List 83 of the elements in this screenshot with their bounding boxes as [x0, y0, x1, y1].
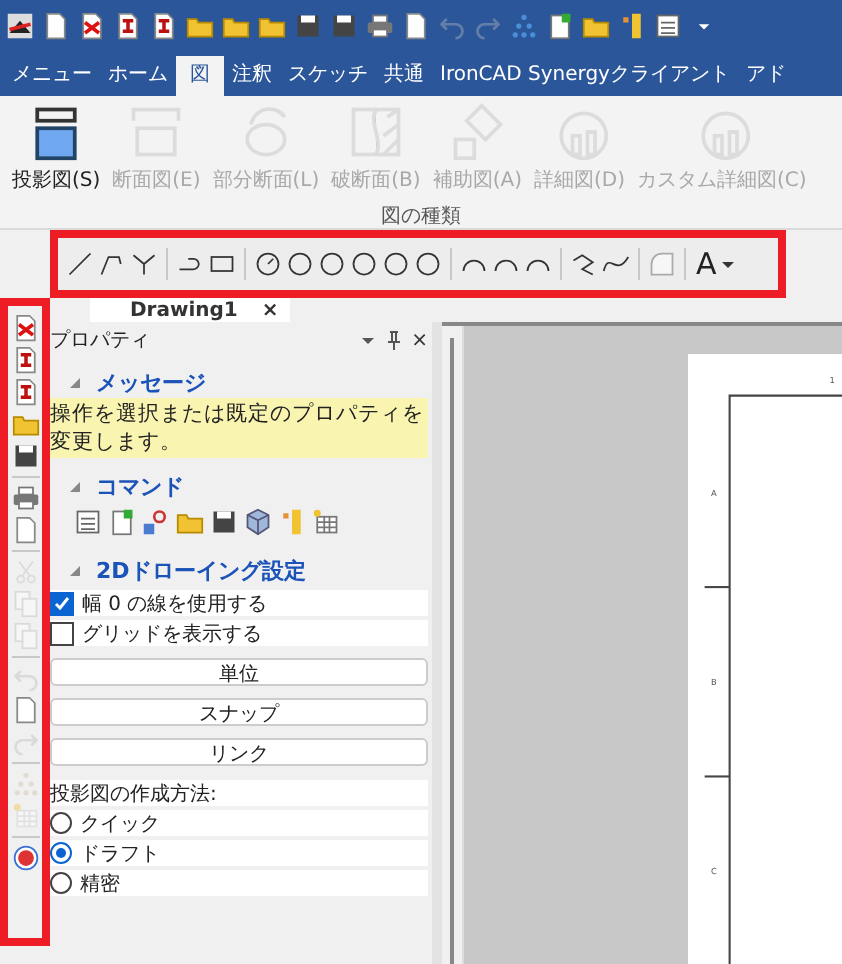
grid-icon[interactable] [312, 508, 340, 536]
circle-icon[interactable] [318, 250, 346, 278]
settings-button[interactable]: 単位 [50, 658, 428, 686]
collapse-icon[interactable] [70, 565, 80, 575]
ribbon-tab[interactable]: IronCAD Synergyクライアント [432, 56, 738, 96]
save-icon[interactable] [330, 12, 358, 40]
ribbon-tab[interactable]: スケッチ [280, 56, 376, 96]
dropdown-icon[interactable] [359, 332, 376, 348]
ribbon-button[interactable]: 投影図(S) [12, 102, 101, 194]
folder-icon[interactable] [222, 12, 250, 40]
section-title: 2Dドローイング設定 [96, 555, 306, 585]
checkbox[interactable] [50, 621, 74, 645]
ribbon-tab[interactable]: 図 [176, 56, 224, 96]
document-tab-label: Drawing1 [130, 299, 238, 321]
clipboard-icon[interactable] [546, 12, 574, 40]
ribbon-tab[interactable]: メニュー [4, 56, 100, 96]
radio-button[interactable] [50, 842, 72, 864]
printer-icon[interactable] [11, 484, 39, 512]
zone-tick [704, 586, 730, 589]
dots-icon[interactable] [510, 12, 538, 40]
folder-icon[interactable] [258, 12, 286, 40]
crossed-page-icon[interactable] [11, 314, 39, 342]
cube-icon[interactable] [244, 508, 272, 536]
circle-icon[interactable] [382, 250, 410, 278]
list-icon[interactable] [654, 12, 682, 40]
zigzag-icon[interactable] [570, 250, 598, 278]
settings-button[interactable]: リンク [50, 738, 428, 766]
radio-button[interactable] [50, 872, 72, 894]
beam-icon[interactable] [11, 378, 39, 406]
list-icon[interactable] [74, 508, 102, 536]
zone-tick [704, 775, 730, 778]
group-label: 図の種類 [381, 203, 461, 228]
checkbox-label: グリッドを表示する [82, 621, 262, 647]
save-icon[interactable] [210, 508, 238, 536]
checkbox[interactable] [50, 591, 74, 615]
collapse-icon[interactable] [70, 481, 80, 491]
circle-icon[interactable] [286, 250, 314, 278]
close-button[interactable]: × [411, 329, 428, 351]
save-icon[interactable] [294, 12, 322, 40]
page-icon[interactable] [11, 516, 39, 544]
link-icon[interactable] [142, 508, 170, 536]
page-icon[interactable] [402, 12, 430, 40]
pin-icon[interactable] [383, 330, 404, 350]
polyline-icon[interactable] [98, 250, 126, 278]
panel-title: プロパティ [50, 327, 152, 354]
beam-icon[interactable] [11, 346, 39, 374]
ribbon-tab[interactable]: ホーム [100, 56, 176, 96]
document-tab[interactable]: Drawing1 × [90, 298, 291, 322]
section-title: メッセージ [96, 367, 206, 397]
section-title: コマンド [96, 471, 184, 501]
circle-icon[interactable] [350, 250, 378, 278]
folder-icon[interactable] [186, 12, 214, 40]
radio-label: ドラフト [80, 841, 160, 867]
page-icon[interactable] [11, 696, 39, 724]
app-icon[interactable] [6, 12, 34, 40]
settings-button[interactable]: スナップ [50, 698, 428, 726]
close-button[interactable]: × [261, 299, 279, 321]
caret-icon[interactable] [722, 258, 735, 270]
circle-center-icon[interactable] [254, 250, 282, 278]
folder-icon[interactable] [582, 12, 610, 40]
checkbox-label: 幅 0 の線を使用する [82, 591, 268, 617]
ribbon-tab[interactable]: 注釈 [224, 56, 280, 96]
method-label: 投影図の作成方法: [50, 780, 428, 806]
ribbon-tab[interactable]: アド [737, 56, 794, 96]
ribbon-tab[interactable]: 共通 [376, 56, 432, 96]
clipboard-icon[interactable] [108, 508, 136, 536]
radio-label: クイック [80, 811, 160, 837]
page-icon[interactable] [42, 12, 70, 40]
circle-icon[interactable] [414, 250, 442, 278]
beam-icon[interactable] [150, 12, 178, 40]
collapse-icon[interactable] [70, 377, 80, 387]
radio-button[interactable] [50, 812, 72, 834]
text-tool-button[interactable]: A [694, 246, 719, 282]
crossed-page-icon[interactable] [78, 12, 106, 40]
radio-label: 精密 [80, 871, 120, 897]
beam-icon[interactable] [114, 12, 142, 40]
rectangle-icon[interactable] [208, 250, 236, 278]
message-text: 操作を選択または既定のプロパティを変更します。 [50, 398, 428, 458]
printer-icon[interactable] [366, 12, 394, 40]
fork-icon[interactable] [130, 250, 158, 278]
save-icon[interactable] [11, 442, 39, 470]
line-icon[interactable] [66, 250, 94, 278]
ruler-icon[interactable] [618, 12, 646, 40]
